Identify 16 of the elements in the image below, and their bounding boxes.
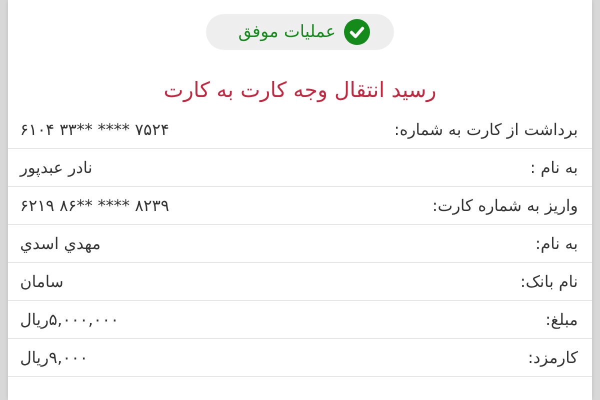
- field-value: مهدي اسدي: [20, 234, 101, 253]
- field-label: کارمزد:: [528, 348, 578, 367]
- field-label: نام بانک:: [520, 272, 578, 291]
- receipt-title: رسید انتقال وجه کارت به کارت: [164, 78, 436, 102]
- field-value: ۶۱۰۴ ۳۳** **** ۷۵۲۴: [20, 120, 170, 139]
- field-value: ۹,۰۰۰ریال: [20, 348, 88, 367]
- field-value: ۶۲۱۹ ۸۶** **** ۸۲۳۹: [20, 196, 170, 215]
- field-value: ۵,۰۰۰,۰۰۰ریال: [20, 310, 120, 329]
- field-value: سامان: [20, 272, 64, 291]
- status-text: عملیات موفق: [238, 22, 336, 42]
- field-label: به نام :: [530, 158, 578, 177]
- field-label: مبلغ:: [545, 310, 578, 329]
- field-value: نادر عبدپور: [20, 158, 92, 177]
- field-label: به نام:: [535, 234, 578, 253]
- field-label: واریز به شماره کارت:: [432, 196, 578, 215]
- field-label: برداشت از کارت به شماره:: [394, 120, 578, 139]
